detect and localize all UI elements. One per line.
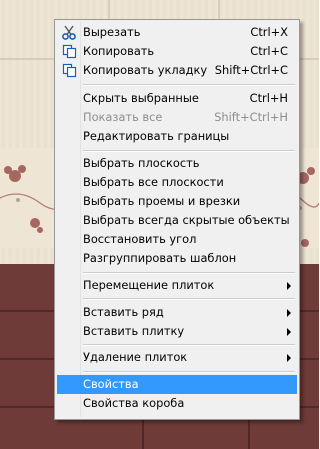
menu-item-label: Редактировать границы <box>83 129 230 143</box>
copy-layout-icon <box>61 62 78 79</box>
menu-item-cut[interactable]: Вырезать Ctrl+X <box>57 23 297 42</box>
menu-item-copy-layout[interactable]: Копировать укладку Shift+Ctrl+C <box>57 61 297 80</box>
menu-item-label: Копировать укладку <box>83 63 208 77</box>
scissors-icon <box>61 24 78 41</box>
menu-separator <box>83 298 295 300</box>
menu-item-label: Выбрать плоскость <box>83 156 200 170</box>
menu-item-label: Скрыть выбранные <box>83 91 199 105</box>
menu-item-label: Выбрать всегда скрытые объекты <box>83 213 290 227</box>
menu-item-shortcut: Shift+Ctrl+C <box>214 63 288 77</box>
menu-item-shortcut: Shift+Ctrl+H <box>214 110 288 124</box>
menu-item-label: Показать все <box>83 110 163 124</box>
menu-separator <box>83 272 295 274</box>
menu-item-label: Копировать <box>83 44 155 58</box>
menu-item-properties[interactable]: Свойства <box>57 375 297 394</box>
menu-item-insert-row[interactable]: Вставить ряд <box>57 303 297 322</box>
menu-separator <box>83 371 295 373</box>
menu-item-label: Перемещение плиток <box>83 278 215 292</box>
menu-item-shortcut: Ctrl+X <box>250 25 288 39</box>
menu-item-copy[interactable]: Копировать Ctrl+C <box>57 42 297 61</box>
menu-item-shortcut: Ctrl+C <box>250 44 288 58</box>
menu-item-delete-tiles[interactable]: Удаление плиток <box>57 348 297 367</box>
menu-item-label: Выбрать все плоскости <box>83 175 224 189</box>
menu-separator <box>83 84 295 86</box>
menu-item-label: Вставить плитку <box>83 324 185 338</box>
context-menu: Вырезать Ctrl+X Копировать Ctrl+C Копиро… <box>54 19 300 420</box>
submenu-arrow-icon <box>287 282 291 290</box>
submenu-arrow-icon <box>287 328 291 336</box>
menu-item-ungroup-template[interactable]: Разгруппировать шаблон <box>57 249 297 268</box>
menu-item-show-all: Показать все Shift+Ctrl+H <box>57 108 297 127</box>
menu-separator <box>83 150 295 152</box>
menu-item-label: Свойства <box>83 377 139 391</box>
menu-item-shortcut: Ctrl+H <box>249 91 288 105</box>
menu-item-label: Вставить ряд <box>83 305 164 319</box>
submenu-arrow-icon <box>287 309 291 317</box>
menu-item-box-properties[interactable]: Свойства короба <box>57 394 297 413</box>
menu-item-label: Вырезать <box>83 25 141 39</box>
menu-item-select-openings[interactable]: Выбрать проемы и врезки <box>57 192 297 211</box>
menu-item-select-plane[interactable]: Выбрать плоскость <box>57 154 297 173</box>
menu-item-edit-borders[interactable]: Редактировать границы <box>57 127 297 146</box>
copy-icon <box>61 43 78 60</box>
menu-item-label: Восстановить угол <box>83 232 197 246</box>
menu-item-label: Удаление плиток <box>83 350 188 364</box>
menu-item-restore-angle[interactable]: Восстановить угол <box>57 230 297 249</box>
menu-item-label: Разгруппировать шаблон <box>83 251 237 265</box>
menu-item-label: Свойства короба <box>83 396 185 410</box>
menu-item-move-tiles[interactable]: Перемещение плиток <box>57 276 297 295</box>
menu-separator <box>83 344 295 346</box>
menu-item-insert-tile[interactable]: Вставить плитку <box>57 322 297 341</box>
menu-item-select-all-planes[interactable]: Выбрать все плоскости <box>57 173 297 192</box>
menu-item-hide-selected[interactable]: Скрыть выбранные Ctrl+H <box>57 89 297 108</box>
menu-item-label: Выбрать проемы и врезки <box>83 194 241 208</box>
menu-item-select-hidden[interactable]: Выбрать всегда скрытые объекты <box>57 211 297 230</box>
submenu-arrow-icon <box>287 354 291 362</box>
